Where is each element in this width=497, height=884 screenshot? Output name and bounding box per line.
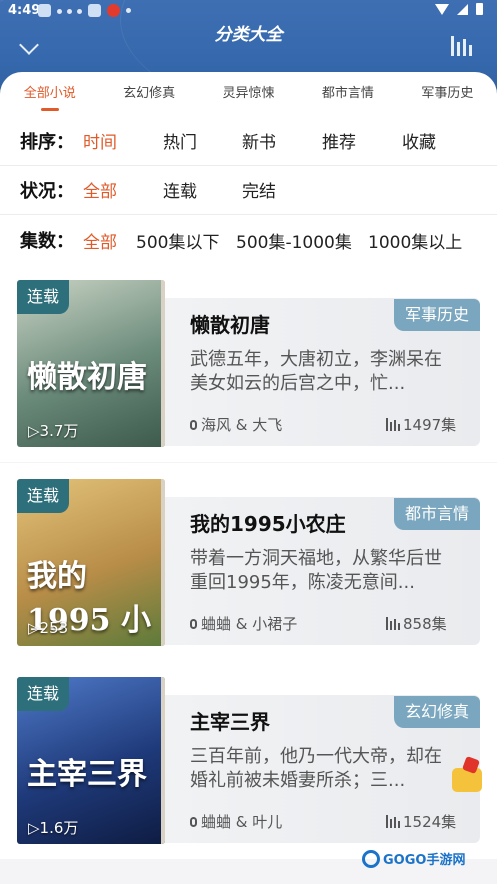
episode-count: 1497集 bbox=[386, 414, 456, 435]
serial-badge: 连载 bbox=[17, 677, 69, 711]
episode-count: 1524集 bbox=[386, 811, 456, 832]
sort-option-hot[interactable]: 热门 bbox=[163, 128, 197, 153]
episodes-label: 集数： bbox=[20, 231, 74, 252]
status-filter-row: 状况： 全部 连载 完结 bbox=[0, 165, 497, 215]
episode-count-value: 1524集 bbox=[403, 813, 457, 831]
status-option-all[interactable]: 全部 bbox=[83, 177, 117, 202]
signal-icon bbox=[457, 3, 468, 15]
book-title[interactable]: 我的1995小农庄 bbox=[190, 508, 346, 537]
status-option-serial[interactable]: 连载 bbox=[163, 177, 197, 202]
play-count: ▷3.7万 bbox=[28, 422, 79, 440]
gift-chest-icon[interactable] bbox=[452, 768, 482, 792]
more-notifications-icon bbox=[57, 3, 82, 17]
narrator-names: 海风 & 大飞 bbox=[201, 416, 283, 434]
play-count-value: 1.6万 bbox=[39, 819, 79, 837]
watermark-text: GOGO手游网 bbox=[383, 853, 466, 868]
sort-option-time[interactable]: 时间 bbox=[83, 128, 117, 153]
book-narrator: 蛐蛐 & 小裙子 bbox=[190, 613, 297, 634]
genre-badge: 都市言情 bbox=[394, 498, 480, 530]
audio-bars-icon[interactable] bbox=[451, 36, 477, 56]
book-narrator: 海风 & 大飞 bbox=[190, 414, 282, 435]
episodes-option-over1000[interactable]: 1000集以上 bbox=[368, 228, 462, 253]
system-icons bbox=[435, 3, 483, 15]
narrator-names: 蛐蛐 & 叶儿 bbox=[201, 813, 283, 831]
cover-title-art: 懒散初唐 bbox=[27, 360, 147, 395]
episode-count: 858集 bbox=[386, 613, 447, 634]
cover-title-art: 主宰三界 bbox=[27, 757, 147, 792]
book-card[interactable]: 我的1995 小农庄 连载 ▷253 都市言情 我的1995小农庄 带着一方洞天… bbox=[0, 463, 497, 661]
tab-military[interactable]: 军事历史 bbox=[398, 72, 497, 116]
dot-icon bbox=[125, 7, 131, 13]
play-count: ▷1.6万 bbox=[28, 819, 79, 837]
book-title[interactable]: 主宰三界 bbox=[190, 706, 270, 735]
logo-icon bbox=[362, 849, 380, 868]
episodes-bars-icon bbox=[386, 815, 400, 828]
app-notification-icon bbox=[106, 3, 120, 17]
tab-fantasy[interactable]: 玄幻修真 bbox=[99, 72, 198, 116]
episodes-option-under500[interactable]: 500集以下 bbox=[136, 228, 219, 253]
genre-badge: 玄幻修真 bbox=[394, 696, 480, 728]
sort-option-recommend[interactable]: 推荐 bbox=[322, 128, 356, 153]
episodes-bars-icon bbox=[386, 617, 400, 630]
play-count-value: 3.7万 bbox=[39, 422, 79, 440]
book-description: 带着一方洞天福地，从繁华后世重回1995年，陈凌无意间... bbox=[190, 548, 442, 593]
episodes-bars-icon bbox=[386, 418, 400, 431]
sort-option-new[interactable]: 新书 bbox=[242, 128, 276, 153]
battery-icon bbox=[476, 3, 483, 15]
book-narrator: 蛐蛐 & 叶儿 bbox=[190, 811, 282, 832]
wifi-icon bbox=[435, 3, 449, 15]
episodes-option-500-1000[interactable]: 500集-1000集 bbox=[236, 228, 352, 253]
episode-count-value: 1497集 bbox=[403, 416, 457, 434]
book-card[interactable]: 主宰三界 连载 ▷1.6万 玄幻修真 主宰三界 三百年前，他乃一代大帝，却在婚礼… bbox=[0, 661, 497, 859]
serial-badge: 连载 bbox=[17, 479, 69, 513]
play-count-value: 253 bbox=[39, 619, 69, 637]
status-label: 状况： bbox=[20, 180, 74, 202]
status-bar: 4:49 bbox=[0, 0, 497, 22]
microphone-icon bbox=[190, 816, 197, 827]
page-title: 分类大全 bbox=[214, 25, 283, 45]
episodes-option-all[interactable]: 全部 bbox=[83, 228, 117, 253]
book-card[interactable]: 懒散初唐 连载 ▷3.7万 军事历史 懒散初唐 武德五年，大唐初立，李渊呆在美女… bbox=[0, 264, 497, 462]
app-notification-icon bbox=[38, 3, 51, 17]
status-option-complete[interactable]: 完结 bbox=[242, 177, 276, 202]
status-time: 4:49 bbox=[8, 3, 41, 18]
book-description: 三百年前，他乃一代大帝，却在婚礼前被未婚妻所杀；三... bbox=[190, 746, 442, 791]
play-count: ▷253 bbox=[28, 619, 69, 637]
narrator-names: 蛐蛐 & 小裙子 bbox=[201, 615, 298, 633]
book-title[interactable]: 懒散初唐 bbox=[190, 309, 270, 338]
tab-urban[interactable]: 都市言情 bbox=[298, 72, 397, 116]
watermark-logo: GOGO手游网 bbox=[362, 849, 465, 868]
episodes-filter-row: 集数： 全部 500集以下 500集-1000集 1000集以上 bbox=[0, 215, 497, 265]
microphone-icon bbox=[190, 419, 197, 430]
category-tabs: 全部小说 玄幻修真 灵异惊悚 都市言情 军事历史 bbox=[0, 72, 497, 116]
genre-badge: 军事历史 bbox=[394, 299, 480, 331]
filter-panel: 排序： 时间 热门 新书 推荐 收藏 状况： 全部 连载 完结 集数： 全部 5… bbox=[0, 116, 497, 265]
sort-label: 排序： bbox=[20, 131, 74, 153]
book-description: 武德五年，大唐初立，李渊呆在美女如云的后宫之中，忙... bbox=[190, 349, 442, 394]
microphone-icon bbox=[190, 618, 197, 629]
tab-all[interactable]: 全部小说 bbox=[0, 72, 99, 116]
sort-option-favorite[interactable]: 收藏 bbox=[402, 128, 436, 153]
tab-horror[interactable]: 灵异惊悚 bbox=[199, 72, 298, 116]
serial-badge: 连载 bbox=[17, 280, 69, 314]
notification-icons bbox=[38, 3, 131, 17]
sort-filter-row: 排序： 时间 热门 新书 推荐 收藏 bbox=[0, 116, 497, 166]
app-notification-icon bbox=[87, 3, 101, 17]
episode-count-value: 858集 bbox=[403, 615, 447, 633]
